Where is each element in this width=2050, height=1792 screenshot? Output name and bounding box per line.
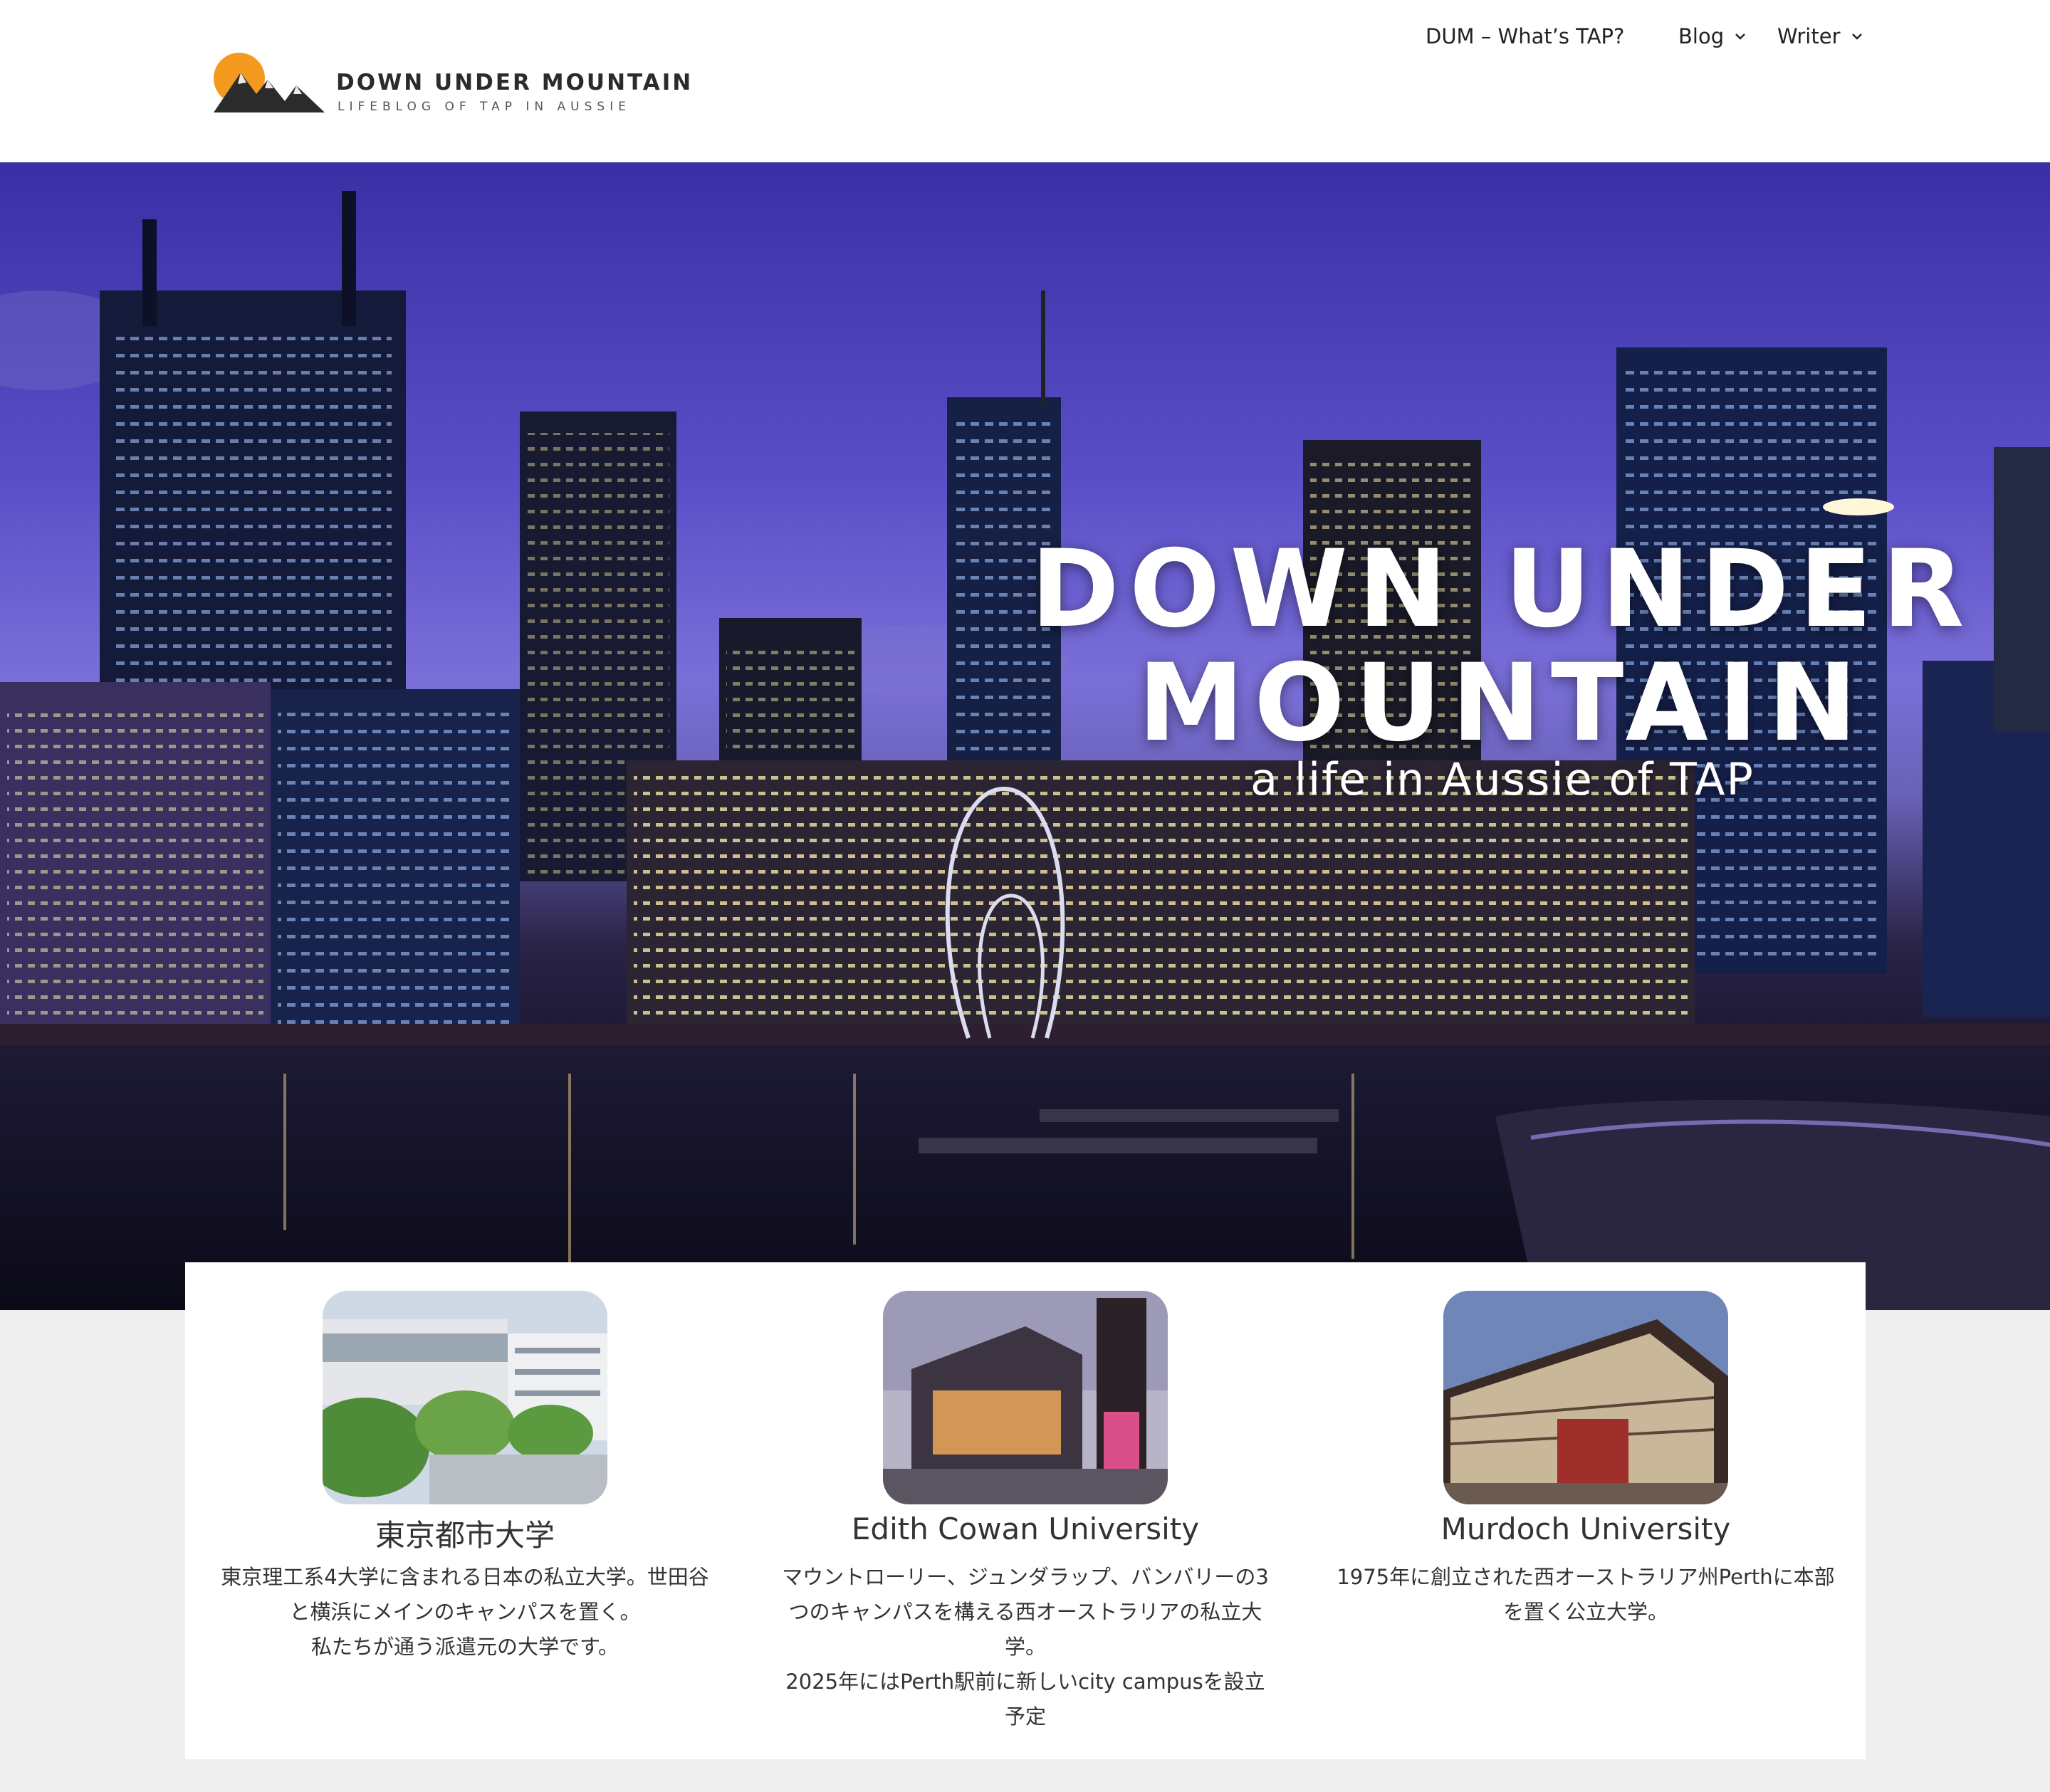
- card-title: Edith Cowan University: [851, 1511, 1200, 1546]
- card-paragraph: 2025年にはPerth駅前に新しいcity campusを設立予定: [785, 1670, 1265, 1729]
- card-description: 東京理工系4大学に含まれる日本の私立大学。世田谷と横浜にメインのキャンパスを置く…: [216, 1560, 714, 1665]
- card-paragraph: マウントローリー、ジュンダラップ、バンバリーの3つのキャンパスを構える西オースト…: [782, 1565, 1269, 1659]
- nav-item-label: Writer: [1777, 24, 1841, 48]
- university-cards: 東京都市大学 東京理工系4大学に含まれる日本の私立大学。世田谷と横浜にメインのキ…: [185, 1262, 1866, 1759]
- card-image[interactable]: [1443, 1291, 1728, 1504]
- site-logo[interactable]: DOWN UNDER MOUNTAIN LIFEBLOG OF TAP IN A…: [212, 51, 691, 122]
- logo-mountain-icon: [214, 53, 325, 112]
- site-header: DOWN UNDER MOUNTAIN LIFEBLOG OF TAP IN A…: [0, 0, 2050, 162]
- card-murdoch-university: Murdoch University 1975年に創立された西オーストラリア州P…: [1306, 1262, 1866, 1759]
- hero-banner: DOWN UNDER MOUNTAIN a life in Aussie of …: [0, 162, 2050, 1310]
- hero-title: DOWN UNDER MOUNTAIN: [968, 533, 2036, 760]
- card-paragraph: 東京理工系4大学に含まれる日本の私立大学。世田谷と横浜にメインのキャンパスを置く…: [221, 1565, 709, 1624]
- card-paragraph: 私たちが通う派遣元の大学です。: [310, 1635, 619, 1659]
- campus-photo: [323, 1291, 607, 1504]
- nav-item-writer[interactable]: Writer: [1777, 24, 1865, 48]
- nav-item-whats-tap[interactable]: DUM – What’s TAP?: [1426, 24, 1624, 48]
- card-edith-cowan-university: Edith Cowan University マウントローリー、ジュンダラップ、…: [746, 1262, 1305, 1759]
- chevron-down-icon: [1735, 33, 1745, 40]
- campus-photo: [1443, 1291, 1728, 1504]
- hero-title-line2: MOUNTAIN: [1137, 641, 1868, 765]
- card-description: マウントローリー、ジュンダラップ、バンバリーの3つのキャンパスを構える西オースト…: [776, 1560, 1275, 1734]
- site-tagline: LIFEBLOG OF TAP IN AUSSIE: [338, 100, 631, 114]
- nav-item-label: DUM – What’s TAP?: [1426, 24, 1625, 48]
- card-description: 1975年に創立された西オーストラリア州Perthに本部を置く公立大学。: [1337, 1560, 1835, 1630]
- card-title: Murdoch University: [1440, 1511, 1731, 1546]
- campus-photo: [883, 1291, 1168, 1504]
- card-image[interactable]: [323, 1291, 607, 1504]
- hero-subtitle: a life in Aussie of TAP: [1250, 753, 1754, 805]
- nav-item-label: Blog: [1678, 24, 1725, 48]
- site-title: DOWN UNDER MOUNTAIN: [336, 70, 694, 95]
- card-paragraph: 1975年に創立された西オーストラリア州Perthに本部を置く公立大学。: [1337, 1565, 1835, 1624]
- nav-item-blog[interactable]: Blog: [1678, 24, 1748, 48]
- card-title: 東京都市大学: [375, 1518, 555, 1553]
- card-image[interactable]: [883, 1291, 1168, 1504]
- hero-title-line1: DOWN UNDER: [1030, 528, 1975, 651]
- chevron-down-icon: [1851, 33, 1862, 40]
- card-tokyo-city-university: 東京都市大学 東京理工系4大学に含まれる日本の私立大学。世田谷と横浜にメインのキ…: [185, 1262, 745, 1759]
